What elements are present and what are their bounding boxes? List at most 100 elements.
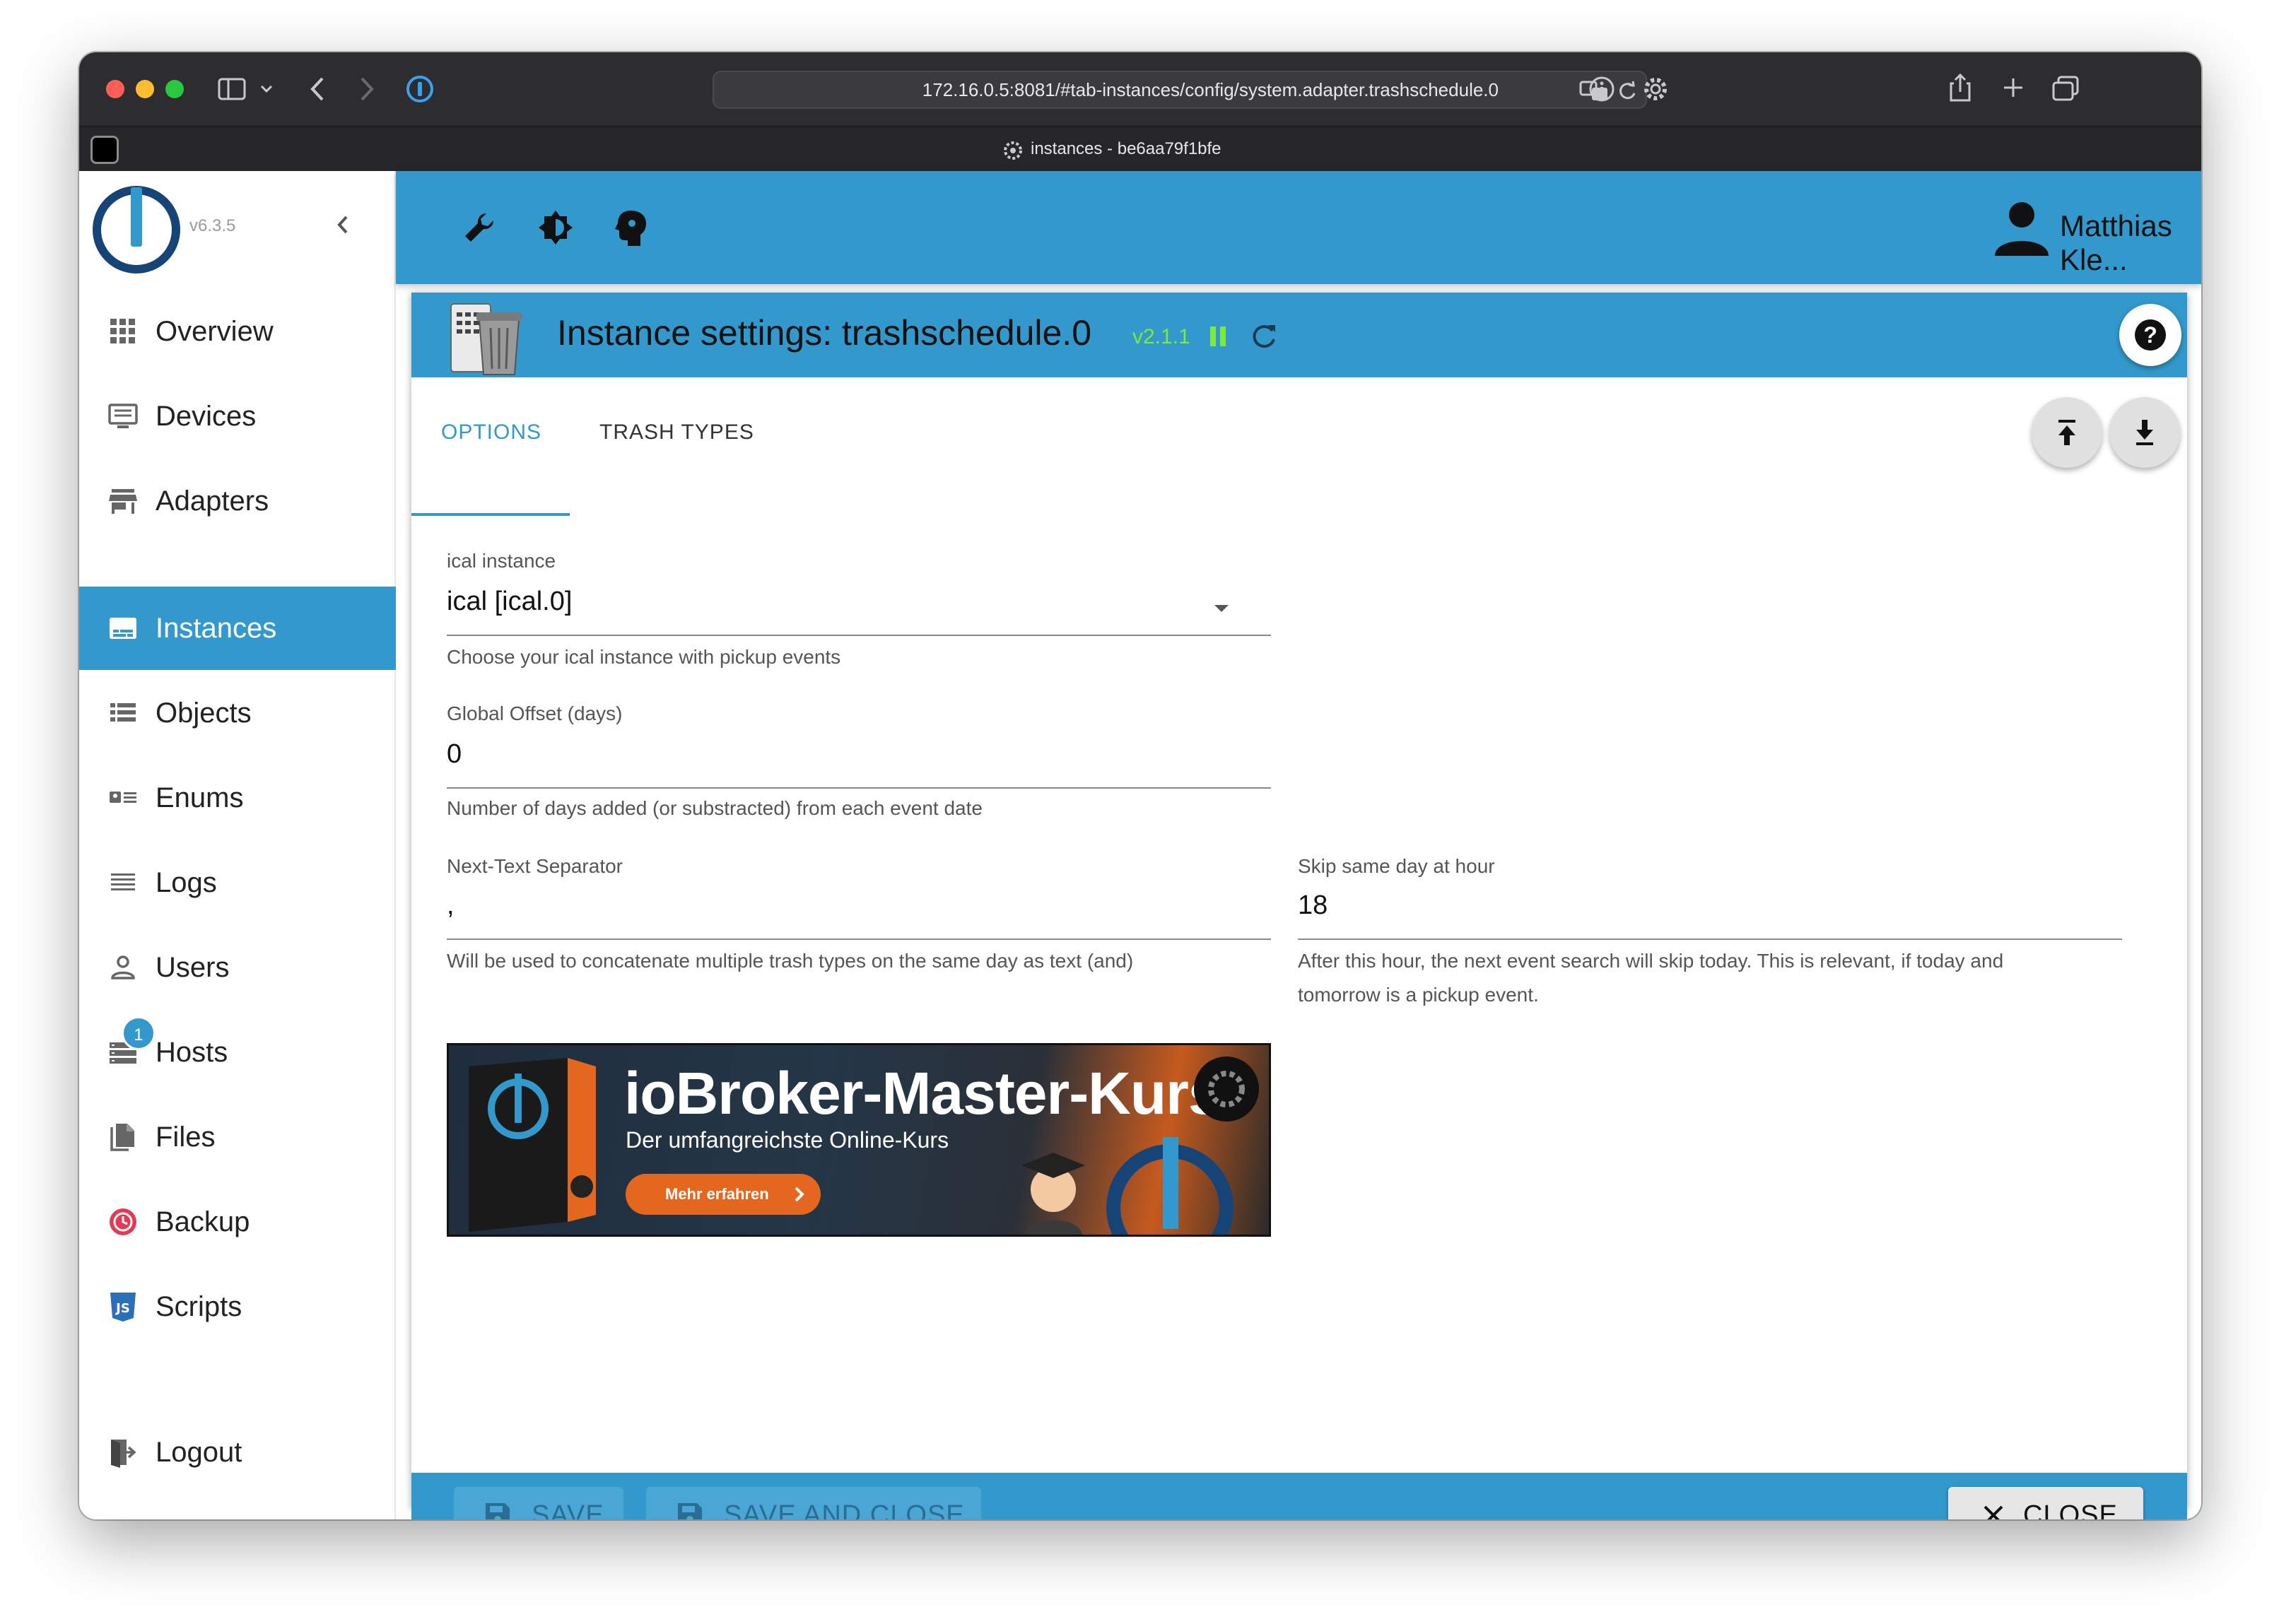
store-icon xyxy=(109,489,137,514)
sidebar-item-adapters[interactable]: Adapters xyxy=(79,459,396,543)
sidebar-item-label: Hosts xyxy=(156,1036,228,1068)
logout-button[interactable]: Logout xyxy=(79,1411,396,1494)
sidebar-item-label: Logs xyxy=(156,866,217,898)
theme-toggle-icon[interactable] xyxy=(536,208,575,247)
sidebar-toggle-icon[interactable] xyxy=(218,78,246,100)
iobroker-course-banner[interactable]: ioBroker-Master-Kurs Der umfangreichste … xyxy=(447,1043,1271,1237)
chevron-down-icon[interactable] xyxy=(1214,605,1229,612)
app-header: Matthias Kle... xyxy=(396,171,2201,284)
sidebar-item-label: Enums xyxy=(156,782,244,813)
user-name[interactable]: Matthias Kle... xyxy=(2060,209,2201,277)
ical-instance-select[interactable]: ical [ical.0] xyxy=(447,587,572,617)
dialog-header: Instance settings: trashschedule.0 v2.1.… xyxy=(411,293,2187,377)
skip-hour-underline xyxy=(1298,938,2122,940)
separator-input[interactable]: , xyxy=(447,890,455,921)
sidebar-item-enums[interactable]: Enums xyxy=(79,756,396,840)
sidebar-item-scripts[interactable]: JS Scripts xyxy=(79,1265,396,1348)
close-icon xyxy=(1984,1505,2003,1519)
expert-mode-icon[interactable] xyxy=(612,208,652,247)
skip-hour-help-line1: After this hour, the next event search w… xyxy=(1298,950,2004,972)
save-button[interactable]: SAVE xyxy=(454,1487,623,1519)
devices-icon xyxy=(108,404,138,428)
skip-hour-input[interactable]: 18 xyxy=(1298,890,1328,921)
wrench-icon[interactable] xyxy=(459,208,499,247)
avatar[interactable] xyxy=(1991,196,2053,259)
password-manager-icon[interactable] xyxy=(406,75,434,103)
sidebar-item-overview[interactable]: Overview xyxy=(79,290,396,373)
backup-icon xyxy=(110,1208,136,1235)
files-icon xyxy=(110,1124,134,1151)
close-button[interactable]: CLOSE xyxy=(1948,1487,2143,1519)
minimize-window-button[interactable] xyxy=(136,80,154,98)
sidebar-item-users[interactable]: Users xyxy=(79,926,396,1009)
sidebar-item-logs[interactable]: Logs xyxy=(79,841,396,924)
zoom-window-button[interactable] xyxy=(165,80,184,98)
instance-settings-dialog: Instance settings: trashschedule.0 v2.1.… xyxy=(411,293,2187,1519)
download-settings-button[interactable] xyxy=(2109,397,2180,468)
skip-hour-help-line2: tomorrow is a pickup event. xyxy=(1298,984,1539,1006)
global-offset-help: Number of days added (or substracted) fr… xyxy=(447,797,983,819)
active-tab-indicator xyxy=(411,513,570,516)
browser-tab-bar: instances - be6aa79f1bfe xyxy=(79,126,2201,171)
learn-more-button[interactable]: Mehr erfahren xyxy=(626,1174,821,1215)
sidebar-item-hosts[interactable]: Hosts 1 xyxy=(79,1011,396,1094)
reload-icon[interactable] xyxy=(1617,81,1637,102)
pause-icon[interactable] xyxy=(1207,325,1229,348)
ical-instance-label: ical instance xyxy=(447,550,556,572)
collapse-sidebar-icon[interactable] xyxy=(336,215,349,235)
close-window-button[interactable] xyxy=(106,80,124,98)
sidebar-item-instances[interactable]: Instances xyxy=(79,587,396,670)
ical-instance-underline xyxy=(447,635,1271,636)
sidebar-item-objects[interactable]: Objects xyxy=(79,671,396,755)
hosts-notification-badge: 1 xyxy=(122,1016,156,1050)
sidebar-item-label: Instances xyxy=(156,612,277,644)
help-icon: ? xyxy=(2135,319,2166,351)
help-button[interactable]: ? xyxy=(2119,304,2181,366)
banner-title: ioBroker-Master-Kurs xyxy=(624,1060,1221,1126)
tab-overview-icon[interactable] xyxy=(2051,75,2080,102)
logout-icon xyxy=(111,1440,136,1468)
new-tab-icon[interactable] xyxy=(2002,76,2025,99)
tab-trash-types[interactable]: TRASH TYPES xyxy=(599,399,754,466)
sidebar: v6.3.5 Overview Devices Adapters Instanc… xyxy=(79,171,396,1519)
list-icon xyxy=(110,703,136,722)
separator-label: Next-Text Separator xyxy=(447,855,623,877)
chevron-right-icon xyxy=(795,1187,804,1202)
instances-icon xyxy=(110,618,136,639)
chevron-down-icon[interactable] xyxy=(260,85,273,93)
sidebar-item-files[interactable]: Files xyxy=(79,1095,396,1179)
sidebar-item-label: Overview xyxy=(156,315,274,347)
iobroker-logo xyxy=(93,186,180,273)
tab-options[interactable]: OPTIONS xyxy=(441,399,541,466)
dialog-title: Instance settings: trashschedule.0 xyxy=(557,313,1092,353)
sidebar-item-label: Adapters xyxy=(156,485,269,517)
save-and-close-label: SAVE AND CLOSE xyxy=(724,1500,965,1519)
tab-favicon-icon xyxy=(1004,141,1022,160)
browser-tab-title[interactable]: instances - be6aa79f1bfe xyxy=(1031,127,1221,171)
upload-settings-button[interactable] xyxy=(2032,397,2102,468)
banner-subtitle: Der umfangreichste Online-Kurs xyxy=(626,1127,949,1153)
learn-more-label: Mehr erfahren xyxy=(665,1185,769,1203)
info-icon[interactable] xyxy=(1588,75,1616,103)
dialog-footer: SAVE SAVE AND CLOSE CLOSE xyxy=(411,1473,2187,1519)
course-box-image xyxy=(469,1058,596,1232)
gear-badge-icon xyxy=(1194,1057,1259,1122)
pinned-tab-icon[interactable] xyxy=(90,136,119,164)
app-version: v6.3.5 xyxy=(189,216,236,235)
enum-icon xyxy=(110,792,136,803)
forward-icon[interactable] xyxy=(359,76,375,102)
upload-icon xyxy=(2058,420,2075,445)
global-offset-input[interactable]: 0 xyxy=(447,739,462,770)
url-text: 172.16.0.5:8081/#tab-instances/config/sy… xyxy=(922,79,1499,100)
address-bar[interactable]: 172.16.0.5:8081/#tab-instances/config/sy… xyxy=(713,71,1647,109)
restart-icon[interactable] xyxy=(1250,322,1278,351)
gear-icon[interactable] xyxy=(1641,75,1670,103)
sidebar-item-backup[interactable]: Backup xyxy=(79,1180,396,1264)
share-icon[interactable] xyxy=(1948,72,1972,103)
logout-label: Logout xyxy=(156,1436,242,1468)
save-and-close-button[interactable]: SAVE AND CLOSE xyxy=(646,1487,981,1519)
download-icon xyxy=(2136,420,2153,445)
back-icon[interactable] xyxy=(310,76,325,102)
sidebar-item-devices[interactable]: Devices xyxy=(79,375,396,458)
save-icon xyxy=(678,1503,702,1519)
